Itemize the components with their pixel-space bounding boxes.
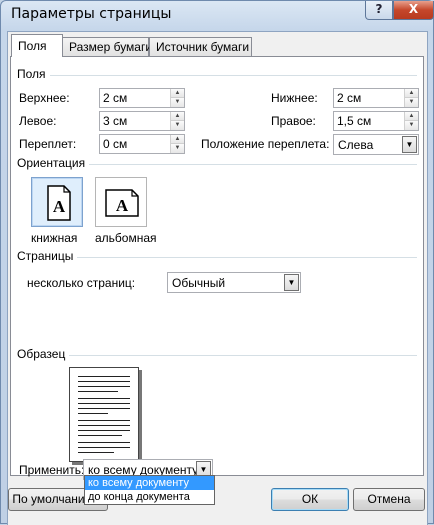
preview-text-line (78, 442, 130, 443)
chevron-down-icon[interactable]: ▼ (284, 274, 299, 291)
right-margin-arrows[interactable]: ▲ ▼ (404, 112, 418, 130)
preview-text-line (78, 430, 130, 431)
left-margin-arrows[interactable]: ▲ ▼ (170, 112, 184, 130)
spin-up-icon[interactable]: ▲ (171, 89, 184, 98)
preview-text-line (78, 398, 130, 399)
bottom-margin-spinner[interactable]: 2 см ▲ ▼ (333, 88, 419, 108)
top-margin-arrows[interactable]: ▲ ▼ (170, 89, 184, 107)
preview-text-line (78, 435, 122, 436)
preview-text-line (78, 413, 108, 414)
gutter-arrows[interactable]: ▲ ▼ (170, 135, 184, 153)
bottom-margin-value[interactable]: 2 см (337, 91, 361, 105)
tab-paper-size[interactable]: Размер бумаги (62, 37, 152, 56)
spin-down-icon[interactable]: ▼ (171, 98, 184, 107)
dialog-title: Параметры страницы (11, 6, 172, 22)
portrait-button[interactable]: A (31, 177, 83, 227)
preview-text-line (78, 408, 130, 409)
apply-to-label: Применить: (19, 463, 85, 477)
orientation-section-label: Ориентация (17, 156, 90, 170)
preview-text-line (78, 376, 130, 377)
spin-down-icon[interactable]: ▼ (171, 144, 184, 153)
preview-text-line (78, 425, 130, 426)
gutter-position-value[interactable]: Слева (338, 138, 373, 152)
cancel-button[interactable]: Отмена (353, 488, 425, 511)
gutter-position-label: Положение переплета: (201, 137, 330, 151)
preview-text-line (78, 391, 118, 392)
gutter-value[interactable]: 0 см (103, 137, 127, 151)
tab-paper-source[interactable]: Источник бумаги (149, 37, 252, 56)
landscape-letter: A (116, 196, 129, 215)
gutter-spinner[interactable]: 0 см ▲ ▼ (99, 134, 185, 154)
dialog-window: Параметры страницы ? X Поля Размер бумаг… (0, 0, 434, 525)
spin-up-icon[interactable]: ▲ (405, 89, 418, 98)
tab-panel-margins: Поля Верхнее: 2 см ▲ ▼ Нижнее: 2 см ▲ ▼ … (10, 56, 424, 480)
multiple-pages-select[interactable]: Обычный ▼ (167, 272, 301, 293)
multiple-pages-label: несколько страниц: (27, 276, 136, 290)
spin-up-icon[interactable]: ▲ (171, 135, 184, 144)
landscape-button[interactable]: A (95, 177, 147, 227)
margins-section-label: Поля (17, 67, 50, 81)
apply-to-dropdown-list[interactable]: ко всему документу до конца документа (84, 475, 215, 505)
left-margin-spinner[interactable]: 3 см ▲ ▼ (99, 111, 185, 131)
gutter-label: Переплет: (19, 137, 77, 151)
preview-text-line (78, 420, 130, 421)
spin-down-icon[interactable]: ▼ (171, 121, 184, 130)
preview-text-line (78, 381, 130, 382)
top-margin-label: Верхнее: (19, 91, 70, 105)
landscape-label: альбомная (95, 231, 157, 245)
title-bar[interactable]: Параметры страницы ? X (1, 1, 434, 31)
pages-section-label: Страницы (17, 249, 78, 263)
bottom-margin-arrows[interactable]: ▲ ▼ (404, 89, 418, 107)
landscape-page-icon: A (105, 189, 139, 217)
tab-margins[interactable]: Поля (11, 34, 63, 57)
spin-down-icon[interactable]: ▼ (405, 98, 418, 107)
multiple-pages-value[interactable]: Обычный (172, 276, 225, 290)
dropdown-option[interactable]: ко всему документу (85, 476, 214, 490)
margins-separator (17, 75, 417, 76)
spin-up-icon[interactable]: ▲ (405, 112, 418, 121)
right-margin-spinner[interactable]: 1,5 см ▲ ▼ (333, 111, 419, 131)
bottom-margin-label: Нижнее: (271, 91, 318, 105)
gutter-position-select[interactable]: Слева ▼ (333, 134, 419, 155)
left-margin-label: Левое: (19, 114, 57, 128)
portrait-page-icon: A (47, 185, 71, 221)
preview-text-line (78, 447, 130, 448)
ok-button[interactable]: ОК (271, 488, 349, 511)
preview-separator (17, 355, 417, 356)
chevron-down-icon[interactable]: ▼ (402, 136, 417, 153)
preview-page-thumbnail (69, 367, 139, 462)
preview-section-label: Образец (17, 347, 70, 361)
dropdown-option[interactable]: до конца документа (85, 490, 214, 504)
portrait-label: книжная (31, 231, 78, 245)
right-margin-label: Правое: (271, 114, 316, 128)
portrait-letter: A (53, 197, 66, 216)
close-button[interactable]: X (393, 1, 434, 20)
top-margin-spinner[interactable]: 2 см ▲ ▼ (99, 88, 185, 108)
right-margin-value[interactable]: 1,5 см (337, 114, 371, 128)
preview-text-line (78, 386, 130, 387)
spin-up-icon[interactable]: ▲ (171, 112, 184, 121)
top-margin-value[interactable]: 2 см (103, 91, 127, 105)
spin-down-icon[interactable]: ▼ (405, 121, 418, 130)
help-button[interactable]: ? (365, 1, 393, 20)
left-margin-value[interactable]: 3 см (103, 114, 127, 128)
dialog-client-area: Поля Размер бумаги Источник бумаги Поля … (7, 31, 428, 525)
preview-text-line (78, 403, 130, 404)
preview-text-line (78, 452, 114, 453)
